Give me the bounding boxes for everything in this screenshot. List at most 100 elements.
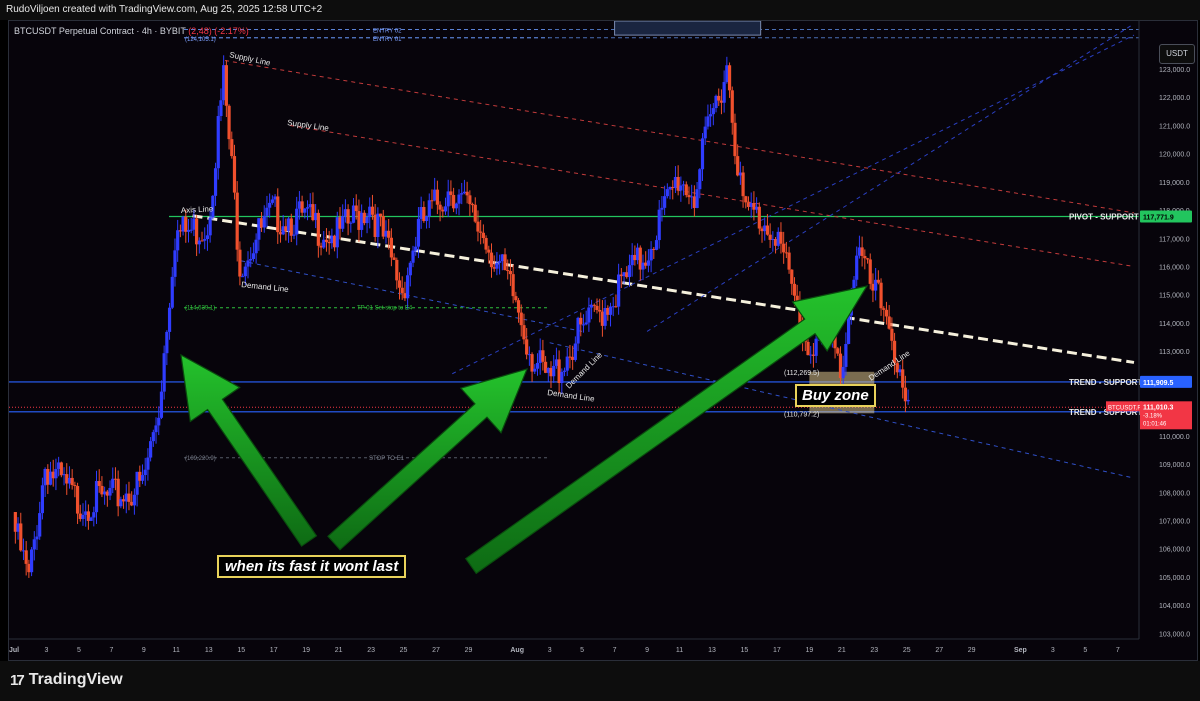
- candle-body: [235, 192, 239, 250]
- candle-body: [489, 252, 494, 268]
- candle-body: [457, 194, 461, 204]
- candle-body: [660, 207, 664, 210]
- time-tick-label: 7: [1116, 647, 1120, 654]
- candle-body: [449, 191, 453, 195]
- candle-body: [111, 478, 115, 488]
- candle-body: [230, 139, 234, 157]
- time-tick-label: 21: [335, 647, 343, 654]
- candle-body: [89, 517, 93, 521]
- candle-body: [270, 199, 274, 203]
- candle-body: [903, 387, 908, 402]
- callout-buy-zone[interactable]: Buy zone: [795, 384, 876, 407]
- candle-body: [525, 339, 529, 355]
- callout-fast[interactable]: when its fast it wont last: [217, 555, 407, 578]
- candle-body: [498, 261, 502, 263]
- candle-body: [765, 225, 770, 235]
- tradingview-logo[interactable]: 17 TradingView: [10, 671, 123, 689]
- candle-body: [906, 399, 910, 402]
- candle-body: [143, 469, 147, 476]
- price-chart[interactable]: Supply LineSupply LineAxis LineDemand Li…: [9, 21, 1197, 660]
- time-tick-label: 3: [45, 647, 49, 654]
- candle-body: [140, 475, 145, 481]
- time-tick-label: 25: [400, 647, 408, 654]
- candle-body: [579, 317, 583, 325]
- time-tick-label: 7: [109, 647, 113, 654]
- stop-label: STOP TO E1: [369, 456, 405, 462]
- candle-body: [460, 193, 464, 195]
- candle-body: [40, 485, 45, 514]
- entry-price-label: (124,105.1): [185, 37, 216, 43]
- candle-body: [316, 212, 320, 246]
- candle-body: [224, 65, 228, 106]
- candle-body: [535, 362, 540, 369]
- time-tick-label: 3: [1051, 647, 1055, 654]
- time-tick-label: 21: [838, 647, 846, 654]
- candle-body: [165, 331, 169, 354]
- candle-body: [757, 206, 761, 229]
- chart-pane[interactable]: Supply Line Supply Line Axis Line Demand Li…: [8, 20, 1198, 661]
- trend-support-label-1: TREND - SUPPORT: [1069, 378, 1142, 387]
- candle-body: [232, 156, 237, 193]
- candle-body: [70, 477, 74, 486]
- candle-body: [901, 369, 905, 388]
- time-tick-label: 5: [1083, 647, 1087, 654]
- channel-line-mid: [452, 34, 1135, 375]
- candle-body: [560, 371, 564, 384]
- candle-body: [38, 513, 42, 537]
- candle-body: [454, 203, 458, 209]
- candle-body: [879, 282, 883, 309]
- candle-body: [484, 238, 488, 250]
- time-tick-label: 15: [237, 647, 245, 654]
- candle-body: [473, 204, 477, 222]
- candle-body: [173, 250, 177, 277]
- demand-line-1-label: Demand Line: [241, 280, 290, 294]
- price-tick-label: 120,000.0: [1159, 152, 1190, 159]
- price-tick-label: 110,000.0: [1159, 434, 1190, 441]
- currency-button[interactable]: USDT: [1159, 44, 1195, 64]
- candle-body: [406, 275, 410, 299]
- candle-body: [213, 168, 218, 196]
- candle-body: [663, 196, 667, 208]
- symbol-title[interactable]: BTCUSDT Perpetual Contract · 4h · BYBIT …: [14, 26, 249, 36]
- candle-body: [479, 231, 483, 233]
- candle-body: [376, 213, 380, 237]
- candle-body: [208, 217, 212, 236]
- candle-body: [392, 257, 396, 260]
- candle-body: [573, 343, 577, 360]
- candle-body: [481, 232, 485, 239]
- candle-body: [378, 213, 383, 217]
- price-tick-label: 106,000.0: [1159, 547, 1190, 554]
- price-tick-label: 123,000.0: [1159, 67, 1190, 74]
- candle-body: [665, 189, 669, 197]
- tp-price-label: (114,539.1): [185, 306, 215, 312]
- candle-body: [146, 457, 150, 470]
- time-tick-label: Aug: [510, 647, 524, 654]
- candle-body: [438, 204, 442, 210]
- candle-body: [170, 276, 174, 308]
- candle-body: [349, 222, 353, 224]
- candle-body: [782, 243, 786, 253]
- pivot-price-badge: 117,771.9: [1143, 215, 1174, 222]
- symbol-change: (2,48) (-2.17%): [188, 26, 249, 36]
- candle-body: [159, 391, 164, 418]
- candle-body: [341, 216, 345, 229]
- candle-body: [97, 481, 101, 486]
- candle-body: [654, 240, 659, 250]
- candle-body: [495, 262, 499, 269]
- candle-body: [617, 274, 621, 307]
- candle-body: [254, 239, 258, 254]
- candle-body: [354, 205, 358, 212]
- price-tick-label: 115,000.0: [1159, 293, 1190, 300]
- candle-body: [806, 341, 810, 356]
- candle-body: [35, 536, 39, 540]
- price-tick-label: 104,000.0: [1159, 603, 1190, 610]
- candle-body: [511, 274, 515, 297]
- candle-body: [727, 65, 732, 91]
- candle-body: [176, 230, 180, 251]
- time-tick-label: 27: [935, 647, 943, 654]
- candle-body: [792, 283, 797, 296]
- candle-body: [646, 260, 650, 266]
- candle-body: [717, 95, 721, 101]
- candle-body: [73, 485, 77, 487]
- candle-body: [855, 255, 859, 280]
